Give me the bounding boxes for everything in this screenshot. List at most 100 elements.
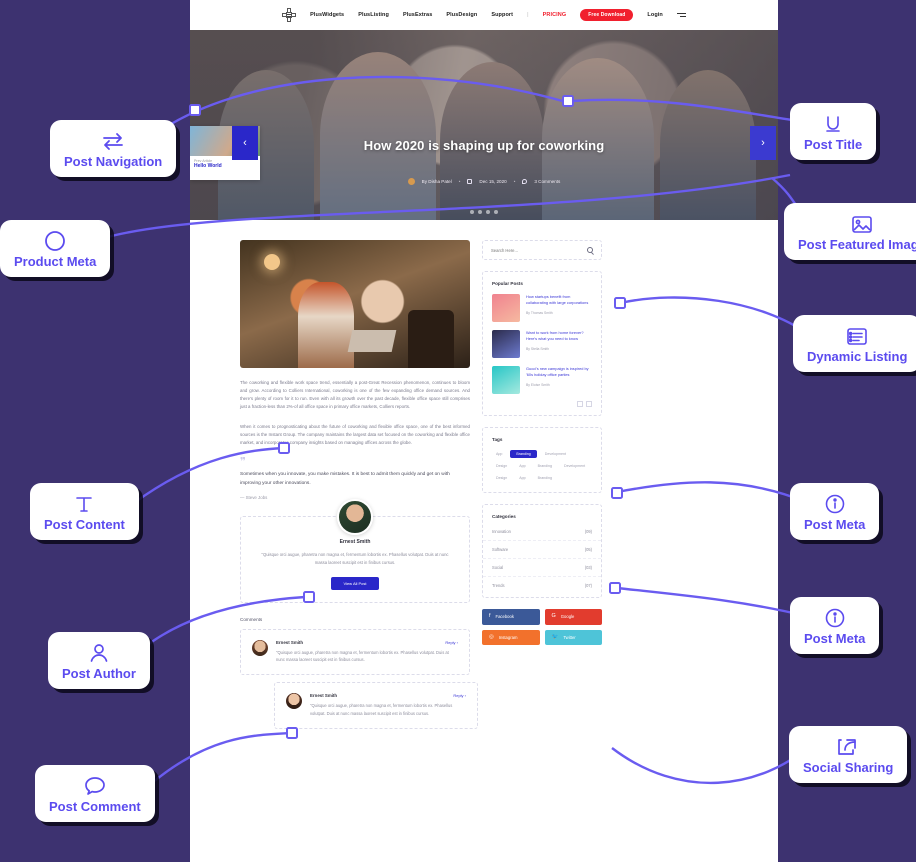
- category-row[interactable]: Software (05): [483, 541, 601, 559]
- calendar-icon: [467, 179, 473, 184]
- share-google-button[interactable]: G Google: [544, 609, 602, 625]
- tag-chip-active[interactable]: Branding: [510, 450, 537, 458]
- next-slide-button[interactable]: ›: [750, 126, 776, 160]
- website-preview: PlusWidgets PlusListing PlusExtras PlusD…: [190, 0, 778, 862]
- author-bio: "Quisque orci augue, pharetra non magna …: [261, 552, 449, 565]
- meta-date: Dec 15, 2020: [479, 179, 507, 184]
- popular-post-title[interactable]: Gucci's new campaign is inspired by '60s…: [526, 366, 592, 379]
- tag-chip[interactable]: Development: [541, 450, 570, 458]
- post-paragraph-2: When it comes to prognosticating about t…: [240, 423, 470, 445]
- post-blockquote: Sometimes when you innovate, you make mi…: [240, 471, 450, 486]
- facebook-icon: f: [489, 613, 491, 619]
- popular-post-author: By Eloise Smith: [526, 382, 550, 387]
- site-navbar: PlusWidgets PlusListing PlusExtras PlusD…: [190, 0, 778, 30]
- post-author-box: Ernest Smith "Quisque orci augue, pharet…: [240, 499, 470, 603]
- category-name: Social: [492, 565, 504, 570]
- share-label: Instagram: [498, 634, 518, 640]
- tag-chip[interactable]: App: [515, 462, 529, 470]
- callout-post-meta-1[interactable]: Post Meta: [790, 483, 880, 540]
- nav-link-pluswidgets[interactable]: PlusWidgets: [310, 12, 344, 18]
- reply-link[interactable]: Reply ›: [453, 693, 466, 698]
- tag-chip[interactable]: App: [515, 474, 529, 482]
- hamburger-icon[interactable]: [676, 13, 686, 17]
- free-download-button[interactable]: Free Download: [580, 9, 634, 21]
- twitter-icon: 🐦: [551, 633, 559, 640]
- popular-posts-widget: Popular Posts How startups benefit from …: [482, 271, 602, 416]
- nav-link-pluslisting[interactable]: PlusListing: [358, 12, 389, 18]
- callout-post-meta-2[interactable]: Post Meta: [790, 597, 880, 654]
- slider-dots[interactable]: [190, 210, 778, 214]
- share-facebook-button[interactable]: f Facebook: [482, 609, 540, 625]
- callout-post-navigation[interactable]: Post Navigation: [50, 120, 177, 177]
- callout-label: Dynamic Listing: [807, 349, 908, 364]
- callout-label: Post Meta: [804, 631, 866, 646]
- chair-shape: [408, 310, 454, 368]
- category-row[interactable]: Trends (07): [483, 577, 601, 597]
- commenter-name: Ernest Smith: [276, 639, 304, 645]
- category-count: (05): [584, 547, 592, 552]
- post-main-column: The coworking and flexible work space tr…: [240, 240, 478, 729]
- category-count: (09): [584, 529, 592, 534]
- callout-post-title[interactable]: Post Title: [790, 103, 877, 160]
- popular-posts-pager[interactable]: [483, 394, 601, 415]
- tag-chip[interactable]: Design: [492, 462, 511, 470]
- popular-post-item[interactable]: How startups benefit from collaborating …: [483, 286, 601, 322]
- callout-post-content[interactable]: Post Content: [30, 483, 139, 540]
- meta-dot: •: [513, 179, 516, 184]
- author-avatar: [407, 178, 415, 185]
- meta-author: By Disha Patel: [421, 179, 452, 184]
- plus-logo-icon[interactable]: [282, 8, 297, 22]
- tag-chip[interactable]: Branding: [534, 474, 556, 482]
- callout-label: Post Author: [62, 666, 136, 681]
- tag-chip[interactable]: App: [492, 450, 506, 458]
- callout-post-featured-image[interactable]: Post Featured Image: [784, 203, 916, 260]
- popular-post-title[interactable]: Want to work from home forever? Here's w…: [526, 330, 592, 343]
- nav-link-login[interactable]: Login: [647, 12, 662, 18]
- comment-item: Ernest Smith Reply › "Quisque orci augue…: [274, 682, 478, 729]
- tag-chip[interactable]: Branding: [534, 462, 556, 470]
- popular-post-title[interactable]: How startups benefit from collaborating …: [526, 294, 592, 307]
- category-row[interactable]: Social (03): [483, 559, 601, 577]
- category-row[interactable]: Innovation (09): [483, 523, 601, 541]
- info-icon: [804, 607, 865, 629]
- commenter-name: Ernest Smith: [310, 693, 338, 699]
- popular-post-item[interactable]: Gucci's new campaign is inspired by '60s…: [483, 358, 601, 394]
- nav-link-plusextras[interactable]: PlusExtras: [403, 12, 432, 18]
- laptop-shape: [347, 330, 397, 352]
- commenter-avatar: [252, 639, 268, 656]
- callout-label: Post Navigation: [64, 154, 163, 169]
- callout-dynamic-listing[interactable]: Dynamic Listing: [793, 315, 916, 372]
- underline-u-icon: [804, 113, 862, 135]
- callout-post-author[interactable]: Post Author: [48, 632, 150, 689]
- share-twitter-button[interactable]: 🐦 Twitter: [544, 629, 602, 645]
- categories-widget: Categories Innovation (09) Software (05)…: [482, 504, 602, 598]
- nav-link-pricing[interactable]: PRICING: [543, 12, 567, 18]
- callout-product-meta[interactable]: Product Meta: [0, 220, 111, 277]
- hero-post-meta: By Disha Patel • Dec 15, 2020 • 3 Commen…: [190, 178, 778, 185]
- tags-widget: Tags App Branding Development Design App…: [482, 427, 602, 493]
- popular-post-item[interactable]: Want to work from home forever? Here's w…: [483, 322, 601, 358]
- comment-text: "Quisque orci augue, pharetra non magna …: [276, 649, 449, 663]
- image-icon: [798, 213, 916, 235]
- prev-slide-button[interactable]: ‹: [232, 126, 258, 160]
- reply-link[interactable]: Reply ›: [445, 640, 458, 645]
- hero-post-title: How 2020 is shaping up for coworking: [363, 138, 605, 153]
- share-label: Facebook: [495, 614, 514, 620]
- callout-social-sharing[interactable]: Social Sharing: [789, 726, 908, 783]
- list-icon: [807, 325, 907, 347]
- comment-icon: [522, 179, 528, 184]
- tag-chip[interactable]: Development: [560, 462, 589, 470]
- view-all-post-button[interactable]: View All Post: [331, 576, 379, 590]
- popular-post-thumb: [492, 294, 520, 322]
- search-input[interactable]: [491, 247, 571, 253]
- callout-post-comment[interactable]: Post Comment: [35, 765, 155, 822]
- author-avatar: [337, 499, 373, 536]
- share-instagram-button[interactable]: ◎ Instagram: [482, 629, 540, 645]
- search-icon[interactable]: [587, 247, 593, 253]
- tag-chip[interactable]: Design: [492, 474, 511, 482]
- nav-link-plusdesign[interactable]: PlusDesign: [446, 12, 477, 18]
- lamp-glow: [264, 254, 280, 270]
- post-layout: The coworking and flexible work space tr…: [190, 220, 778, 729]
- nav-link-support[interactable]: Support: [491, 12, 513, 18]
- post-paragraph-1: The coworking and flexible work space tr…: [240, 380, 470, 410]
